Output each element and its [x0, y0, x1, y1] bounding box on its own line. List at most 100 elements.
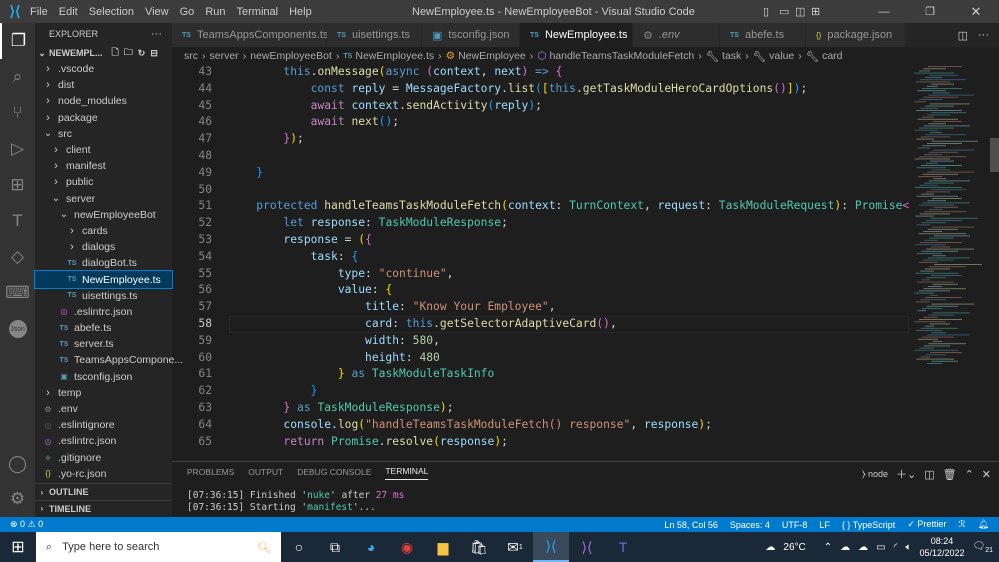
code-line[interactable]: title: "Know Your Employee", [229, 299, 555, 316]
tree-item[interactable]: ▣ tsconfig.json [35, 369, 172, 385]
code-line[interactable]: width: 580, [229, 333, 440, 350]
timeline-section[interactable]: › TIMELINE [35, 500, 172, 516]
tree-item[interactable]: › node_modules [35, 93, 172, 109]
weather-temp[interactable]: 26°C [783, 542, 805, 553]
vscode-taskbar-icon[interactable]: ⟩⟨ [533, 532, 569, 562]
breadcrumb-item[interactable]: handleTeamsTaskModuleFetch [549, 50, 694, 62]
settings-gear-icon[interactable]: ⚙ [0, 481, 35, 517]
editor-tab[interactable]: TS TeamsAppsComponents.ts [172, 23, 328, 47]
kill-terminal-icon[interactable]: 🗑 [943, 468, 957, 481]
visual-studio-icon[interactable]: ⟩⟨ [569, 532, 605, 562]
customize-layout-icon[interactable]: ⊞ [811, 5, 861, 18]
breadcrumb-item[interactable]: NewEmployee [458, 50, 526, 62]
code-line[interactable]: protected handleTeamsTaskModuleFetch(con… [229, 198, 909, 215]
notification-center-icon[interactable]: 🗨︎21 [973, 541, 994, 554]
explorer-icon[interactable]: ❐ [0, 23, 35, 59]
tree-item[interactable]: › dist [35, 77, 172, 93]
menu-help[interactable]: Help [289, 6, 312, 18]
editor-more-actions-icon[interactable]: ··· [978, 29, 989, 41]
extensions-icon[interactable]: ⊞ [0, 167, 35, 203]
remote-explorer-icon[interactable]: ◇ [0, 239, 35, 275]
battery-icon[interactable]: ▭ [876, 542, 885, 553]
search-icon[interactable]: ⌕ [0, 59, 35, 95]
code-line[interactable]: console.log("handleTeamsTaskModuleFetch(… [229, 417, 712, 434]
mail-icon[interactable]: ✉ 1 [497, 532, 533, 562]
menu-terminal[interactable]: Terminal [237, 6, 279, 18]
split-editor-icon[interactable]: ◫ [958, 29, 968, 42]
panel-tab-problems[interactable]: PROBLEMS [187, 467, 234, 480]
code-line[interactable]: await context.sendActivity(reply); [229, 98, 542, 115]
tree-item[interactable]: ⌄ newEmployeeBot [35, 207, 172, 223]
close-panel-icon[interactable]: ✕ [982, 468, 991, 481]
terminal-shell-label[interactable]: node [868, 469, 888, 479]
feedback-icon[interactable]: ℛ [958, 519, 965, 530]
panel-tab-terminal[interactable]: TERMINAL [385, 466, 429, 480]
outline-section[interactable]: › OUTLINE [35, 484, 172, 500]
wifi-icon[interactable]: ◜ [894, 542, 898, 553]
toggle-secondary-sidebar-icon[interactable]: ◫ [795, 5, 811, 18]
code-line[interactable]: let response: TaskModuleResponse; [229, 215, 507, 232]
breadcrumb-item[interactable]: task [722, 50, 741, 62]
minimap[interactable] [910, 64, 990, 460]
tree-item[interactable]: TS dialogBot.ts [35, 255, 172, 271]
code-line[interactable]: this.onMessage(async (context, next) => … [229, 64, 562, 81]
onedrive-icon[interactable]: ☁ [840, 542, 850, 553]
notifications-bell-icon[interactable]: 🔔︎ [978, 519, 989, 530]
editor-tab[interactable]: TS abefe.ts [720, 23, 806, 47]
tree-item[interactable]: ⚙ .env [35, 401, 172, 417]
chrome-icon[interactable]: ◉ [389, 532, 425, 562]
menu-selection[interactable]: Selection [89, 6, 134, 18]
breadcrumb-item[interactable]: value [769, 50, 794, 62]
panel-tab-debug-console[interactable]: DEBUG CONSOLE [297, 467, 371, 480]
refresh-icon[interactable]: ↻ [138, 48, 146, 59]
editor-tab[interactable]: ▣ tsconfig.json [422, 23, 520, 47]
menu-edit[interactable]: Edit [59, 6, 78, 18]
code-line[interactable]: return Promise.resolve(response); [229, 434, 508, 451]
code-line[interactable]: } as TaskModuleResponse); [229, 400, 453, 417]
cortana-icon[interactable]: ○ [281, 532, 317, 562]
start-button[interactable]: ⊞ [0, 532, 36, 562]
tree-item[interactable]: ⌄ server [35, 191, 172, 207]
json-extension-icon[interactable]: Json [0, 311, 35, 347]
file-explorer-icon[interactable]: ▆ [425, 532, 461, 562]
terminal-output[interactable]: [07:36:15] Finished 'nuke' after 27 ms [0… [172, 484, 999, 514]
menu-go[interactable]: Go [180, 6, 195, 18]
teams-icon[interactable]: T [605, 532, 641, 562]
menu-file[interactable]: File [30, 6, 48, 18]
tree-item[interactable]: TS TeamsAppsCompone... [35, 352, 184, 368]
code-line[interactable]: type: "continue", [229, 266, 454, 283]
close-window-button[interactable]: ✕ [953, 4, 999, 20]
new-folder-icon[interactable]: 🗀 [124, 45, 133, 61]
tree-item[interactable]: ◆ .gitignore [35, 450, 172, 466]
maximize-panel-icon[interactable]: ⌃ [965, 468, 974, 481]
tree-item[interactable]: › manifest [35, 158, 172, 174]
teams-toolkit-icon[interactable]: T [0, 203, 35, 239]
code-line[interactable]: card: this.getSelectorAdaptiveCard(), [229, 316, 617, 333]
split-terminal-icon[interactable]: ◫ [924, 468, 934, 481]
tree-item[interactable]: TS uisettings.ts [35, 288, 172, 304]
terminal-icon[interactable]: ⌨ [0, 275, 35, 311]
tree-item[interactable]: TS server.ts [35, 336, 172, 352]
tree-item[interactable]: TS abefe.ts [35, 320, 172, 336]
menu-view[interactable]: View [145, 6, 169, 18]
prettier-status[interactable]: ✓ Prettier [907, 519, 946, 530]
code-line[interactable]: response = ({ [229, 232, 371, 249]
code-line[interactable]: } [229, 165, 263, 182]
editor-tab[interactable]: {} package.json [806, 23, 906, 47]
store-icon[interactable]: 🛍︎ [461, 532, 497, 562]
restore-button[interactable]: ❐ [907, 5, 953, 18]
code-line[interactable]: } as TaskModuleTaskInfo [229, 366, 494, 383]
new-file-icon[interactable]: 🗋 [112, 45, 119, 61]
code-line[interactable]: task: { [229, 249, 359, 266]
code-line[interactable]: value: { [229, 282, 392, 299]
code-line[interactable]: await next(); [229, 114, 399, 131]
tree-item[interactable]: TS NewEmployee.ts [34, 270, 173, 289]
tree-item[interactable]: › client [35, 142, 172, 158]
workspace-root[interactable]: NEWEMPL... [49, 48, 103, 58]
menu-run[interactable]: Run [205, 6, 225, 18]
chevron-down-icon[interactable]: ⌄ [35, 48, 49, 59]
breadcrumb-item[interactable]: src [184, 50, 198, 62]
editor-tab[interactable]: TSNewEmployee.ts✕ [520, 23, 644, 47]
tree-item[interactable]: › public [35, 174, 172, 190]
tree-item[interactable]: {} .yo-rc.json [35, 466, 172, 482]
